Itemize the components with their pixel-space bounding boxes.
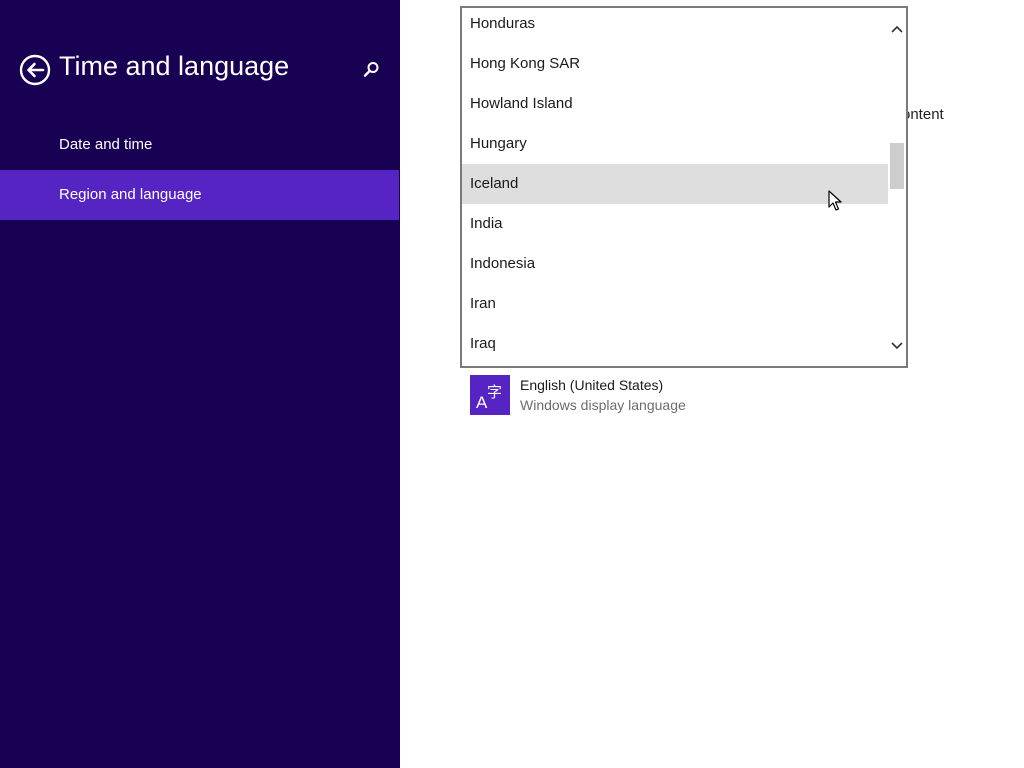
nav-item-region-and-language[interactable]: Region and language [0, 170, 399, 220]
search-icon [363, 62, 379, 77]
language-icon: A 字 [470, 375, 510, 415]
language-item-english-us[interactable]: A 字 English (United States) Windows disp… [470, 375, 770, 415]
list-item[interactable]: Iraq [462, 324, 890, 364]
svg-text:字: 字 [487, 383, 502, 401]
country-list: Honduras Hong Kong SAR Howland Island Hu… [462, 8, 890, 364]
country-region-dropdown-list[interactable]: Honduras Hong Kong SAR Howland Island Hu… [460, 6, 908, 368]
nav-item-label: Region and language [59, 186, 202, 203]
search-button[interactable] [360, 59, 382, 81]
scrollbar-thumb[interactable] [890, 143, 904, 189]
list-item[interactable]: Honduras [462, 8, 890, 44]
chevron-up-icon [891, 25, 903, 33]
chevron-down-icon [891, 342, 903, 350]
list-item[interactable]: Hong Kong SAR [462, 44, 890, 84]
scroll-down-button[interactable] [888, 337, 906, 355]
list-item[interactable]: Iran [462, 284, 890, 324]
language-description: Windows display language [520, 397, 686, 413]
list-item-hovered[interactable]: Iceland [462, 164, 890, 204]
language-name: English (United States) [520, 377, 664, 393]
nav-item-date-and-time[interactable]: Date and time [0, 120, 399, 170]
settings-window: Time and language Date and time Region a… [0, 0, 1024, 768]
back-button[interactable] [19, 54, 51, 86]
back-arrow-icon [19, 54, 51, 86]
page-title: Time and language [59, 51, 290, 81]
navigation-pane: Time and language Date and time Region a… [0, 0, 400, 768]
vertical-scrollbar[interactable] [888, 8, 906, 366]
partially-hidden-setting-text: ontent [902, 106, 944, 123]
list-item[interactable]: Howland Island [462, 84, 890, 124]
list-item[interactable]: Hungary [462, 124, 890, 164]
nav-item-label: Date and time [59, 136, 153, 153]
list-item[interactable]: India [462, 204, 890, 244]
list-item[interactable]: Indonesia [462, 244, 890, 284]
scroll-up-button[interactable] [888, 20, 906, 38]
